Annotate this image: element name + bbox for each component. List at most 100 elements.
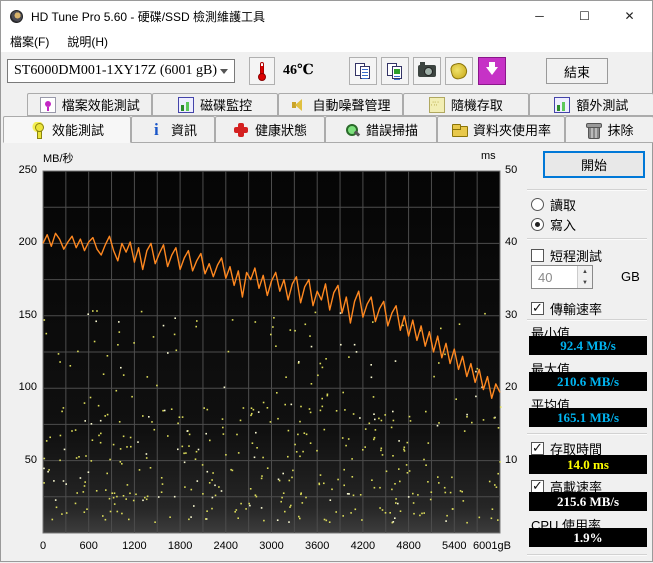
- tab-aam[interactable]: 自動噪聲管理: [277, 93, 404, 116]
- copy-text-icon: [355, 63, 371, 79]
- x-tick: 0: [39, 540, 47, 552]
- download-arrow-icon: [486, 62, 498, 75]
- temperature-value: 46℃: [283, 63, 314, 78]
- copy-image-button[interactable]: [381, 57, 409, 85]
- y-right-axis-label: ms: [481, 150, 496, 162]
- x-tick: 6001gB: [473, 540, 511, 552]
- tab-folder-usage[interactable]: 資料夾使用率: [437, 116, 565, 143]
- tab-file-benchmark[interactable]: 檔案效能測試: [27, 93, 153, 116]
- toolbar: ST6000DM001-1XY17Z (6001 gB) 46℃ 結束: [1, 53, 652, 93]
- access-time-value: 14.0 ms: [529, 455, 647, 474]
- checkbox-short-test-icon: [531, 249, 544, 262]
- tab-health[interactable]: 健康狀態: [215, 116, 325, 143]
- gb-unit-label: GB: [621, 269, 640, 284]
- update-button[interactable]: [478, 57, 506, 85]
- magnifier-icon: [344, 122, 360, 138]
- x-tick: 5400: [442, 540, 467, 552]
- register-button[interactable]: [445, 57, 473, 85]
- tab-erase[interactable]: 抹除: [565, 116, 653, 143]
- info-icon: [149, 120, 165, 140]
- extra-tests-icon: [554, 96, 571, 113]
- tab-extra-tests[interactable]: 額外測試: [528, 93, 653, 116]
- x-tick: 600: [79, 540, 98, 552]
- y-left-axis-label: MB/秒: [43, 153, 74, 165]
- tab-random-access[interactable]: 隨機存取: [403, 93, 529, 116]
- app-disk-icon: [9, 8, 25, 24]
- avg-value: 165.1 MB/s: [529, 408, 647, 427]
- tab-strip-primary: 效能測試 資訊 健康狀態 錯誤掃描 資料夾使用率 抹除: [3, 116, 653, 143]
- max-value: 210.6 MB/s: [529, 372, 647, 391]
- separator: [527, 189, 647, 191]
- separator: [527, 238, 647, 240]
- disk-monitor-icon: [178, 96, 195, 113]
- y-right-tick: 40: [505, 236, 518, 249]
- stepper-down-icon[interactable]: ▼: [578, 277, 592, 288]
- file-benchmark-icon: [39, 96, 56, 113]
- y-left-tick: 50: [24, 453, 37, 466]
- x-tick: 3600: [304, 540, 330, 552]
- register-icon: [449, 61, 469, 81]
- separator: [527, 319, 647, 321]
- cpu-usage-value: 1.9%: [529, 528, 647, 547]
- min-value: 92.4 MB/s: [529, 336, 647, 355]
- benchmark-icon: [29, 121, 46, 139]
- y-left-tick: 200: [18, 236, 37, 249]
- drive-selector-value: ST6000DM001-1XY17Z (6001 gB): [14, 63, 217, 78]
- x-tick: 4200: [350, 540, 376, 552]
- start-button[interactable]: 開始: [543, 151, 645, 178]
- benchmark-chart: MB/秒 ms 250 200 150 100 50 50 40 30 20 10 0 600 1200…: [3, 148, 521, 560]
- y-left-tick: 150: [18, 308, 37, 321]
- maximize-button[interactable]: ☐: [562, 1, 607, 31]
- radio-write-icon: [531, 218, 544, 231]
- burst-rate-value: 215.6 MB/s: [529, 492, 647, 511]
- radio-write[interactable]: 寫入: [531, 215, 576, 234]
- tab-disk-monitor[interactable]: 磁碟監控: [152, 93, 278, 116]
- exit-button[interactable]: 結束: [546, 58, 608, 84]
- screenshot-button[interactable]: [413, 57, 441, 85]
- x-tick: 1200: [122, 540, 147, 552]
- trash-icon: [585, 122, 603, 139]
- x-tick: 3000: [259, 540, 284, 552]
- drive-selector[interactable]: ST6000DM001-1XY17Z (6001 gB): [7, 59, 235, 83]
- separator: [527, 433, 647, 435]
- copy-text-button[interactable]: [349, 57, 377, 85]
- titlebar: HD Tune Pro 5.60 - 硬碟/SSD 檢測維護工具 ─ ☐ ✕: [1, 1, 652, 31]
- speaker-icon: [291, 97, 307, 113]
- minimize-button[interactable]: ─: [517, 1, 562, 31]
- y-right-tick: 10: [505, 453, 518, 466]
- x-tick: 1800: [167, 540, 193, 552]
- tab-benchmark[interactable]: 效能測試: [3, 116, 131, 143]
- thermometer-icon: [258, 62, 266, 81]
- checkbox-transfer-rate-icon: [531, 300, 544, 316]
- radio-read[interactable]: 讀取: [531, 195, 576, 214]
- checkbox-short-test[interactable]: 短程測試: [531, 246, 602, 265]
- chevron-down-icon: [220, 69, 228, 74]
- app-window: HD Tune Pro 5.60 - 硬碟/SSD 檢測維護工具 ─ ☐ ✕ 檔…: [0, 0, 653, 562]
- short-test-size-value: 40: [538, 270, 553, 285]
- y-left-tick: 250: [18, 164, 37, 176]
- temperature-button[interactable]: [249, 57, 275, 85]
- menubar: 檔案(F) 說明(H): [1, 31, 652, 53]
- checkbox-access-time-icon: [531, 440, 544, 456]
- menu-help[interactable]: 說明(H): [58, 30, 117, 53]
- short-test-size-stepper[interactable]: 40 ▲ ▼: [531, 265, 593, 289]
- y-right-tick: 20: [505, 381, 518, 394]
- window-title: HD Tune Pro 5.60 - 硬碟/SSD 檢測維護工具: [31, 9, 266, 24]
- separator: [527, 554, 647, 556]
- radio-read-icon: [531, 198, 544, 211]
- menu-file[interactable]: 檔案(F): [1, 30, 58, 53]
- close-button[interactable]: ✕: [607, 1, 652, 31]
- health-cross-icon: [233, 122, 249, 138]
- y-right-tick: 30: [505, 308, 518, 321]
- stepper-up-icon[interactable]: ▲: [578, 266, 592, 277]
- y-right-tick: 50: [505, 164, 518, 176]
- tab-error-scan[interactable]: 錯誤掃描: [325, 116, 437, 143]
- control-panel: 開始 讀取 寫入 短程測試 40 ▲▼ GB 傳輸速率 最小值 92.4 MB/…: [521, 143, 653, 563]
- camera-icon: [418, 62, 436, 77]
- tab-info[interactable]: 資訊: [131, 116, 215, 143]
- x-tick: 4800: [396, 540, 421, 552]
- folder-icon: [451, 122, 468, 138]
- y-left-tick: 100: [18, 381, 37, 394]
- checkbox-transfer-rate[interactable]: 傳輸速率: [531, 299, 602, 318]
- chart-plot: [42, 170, 502, 534]
